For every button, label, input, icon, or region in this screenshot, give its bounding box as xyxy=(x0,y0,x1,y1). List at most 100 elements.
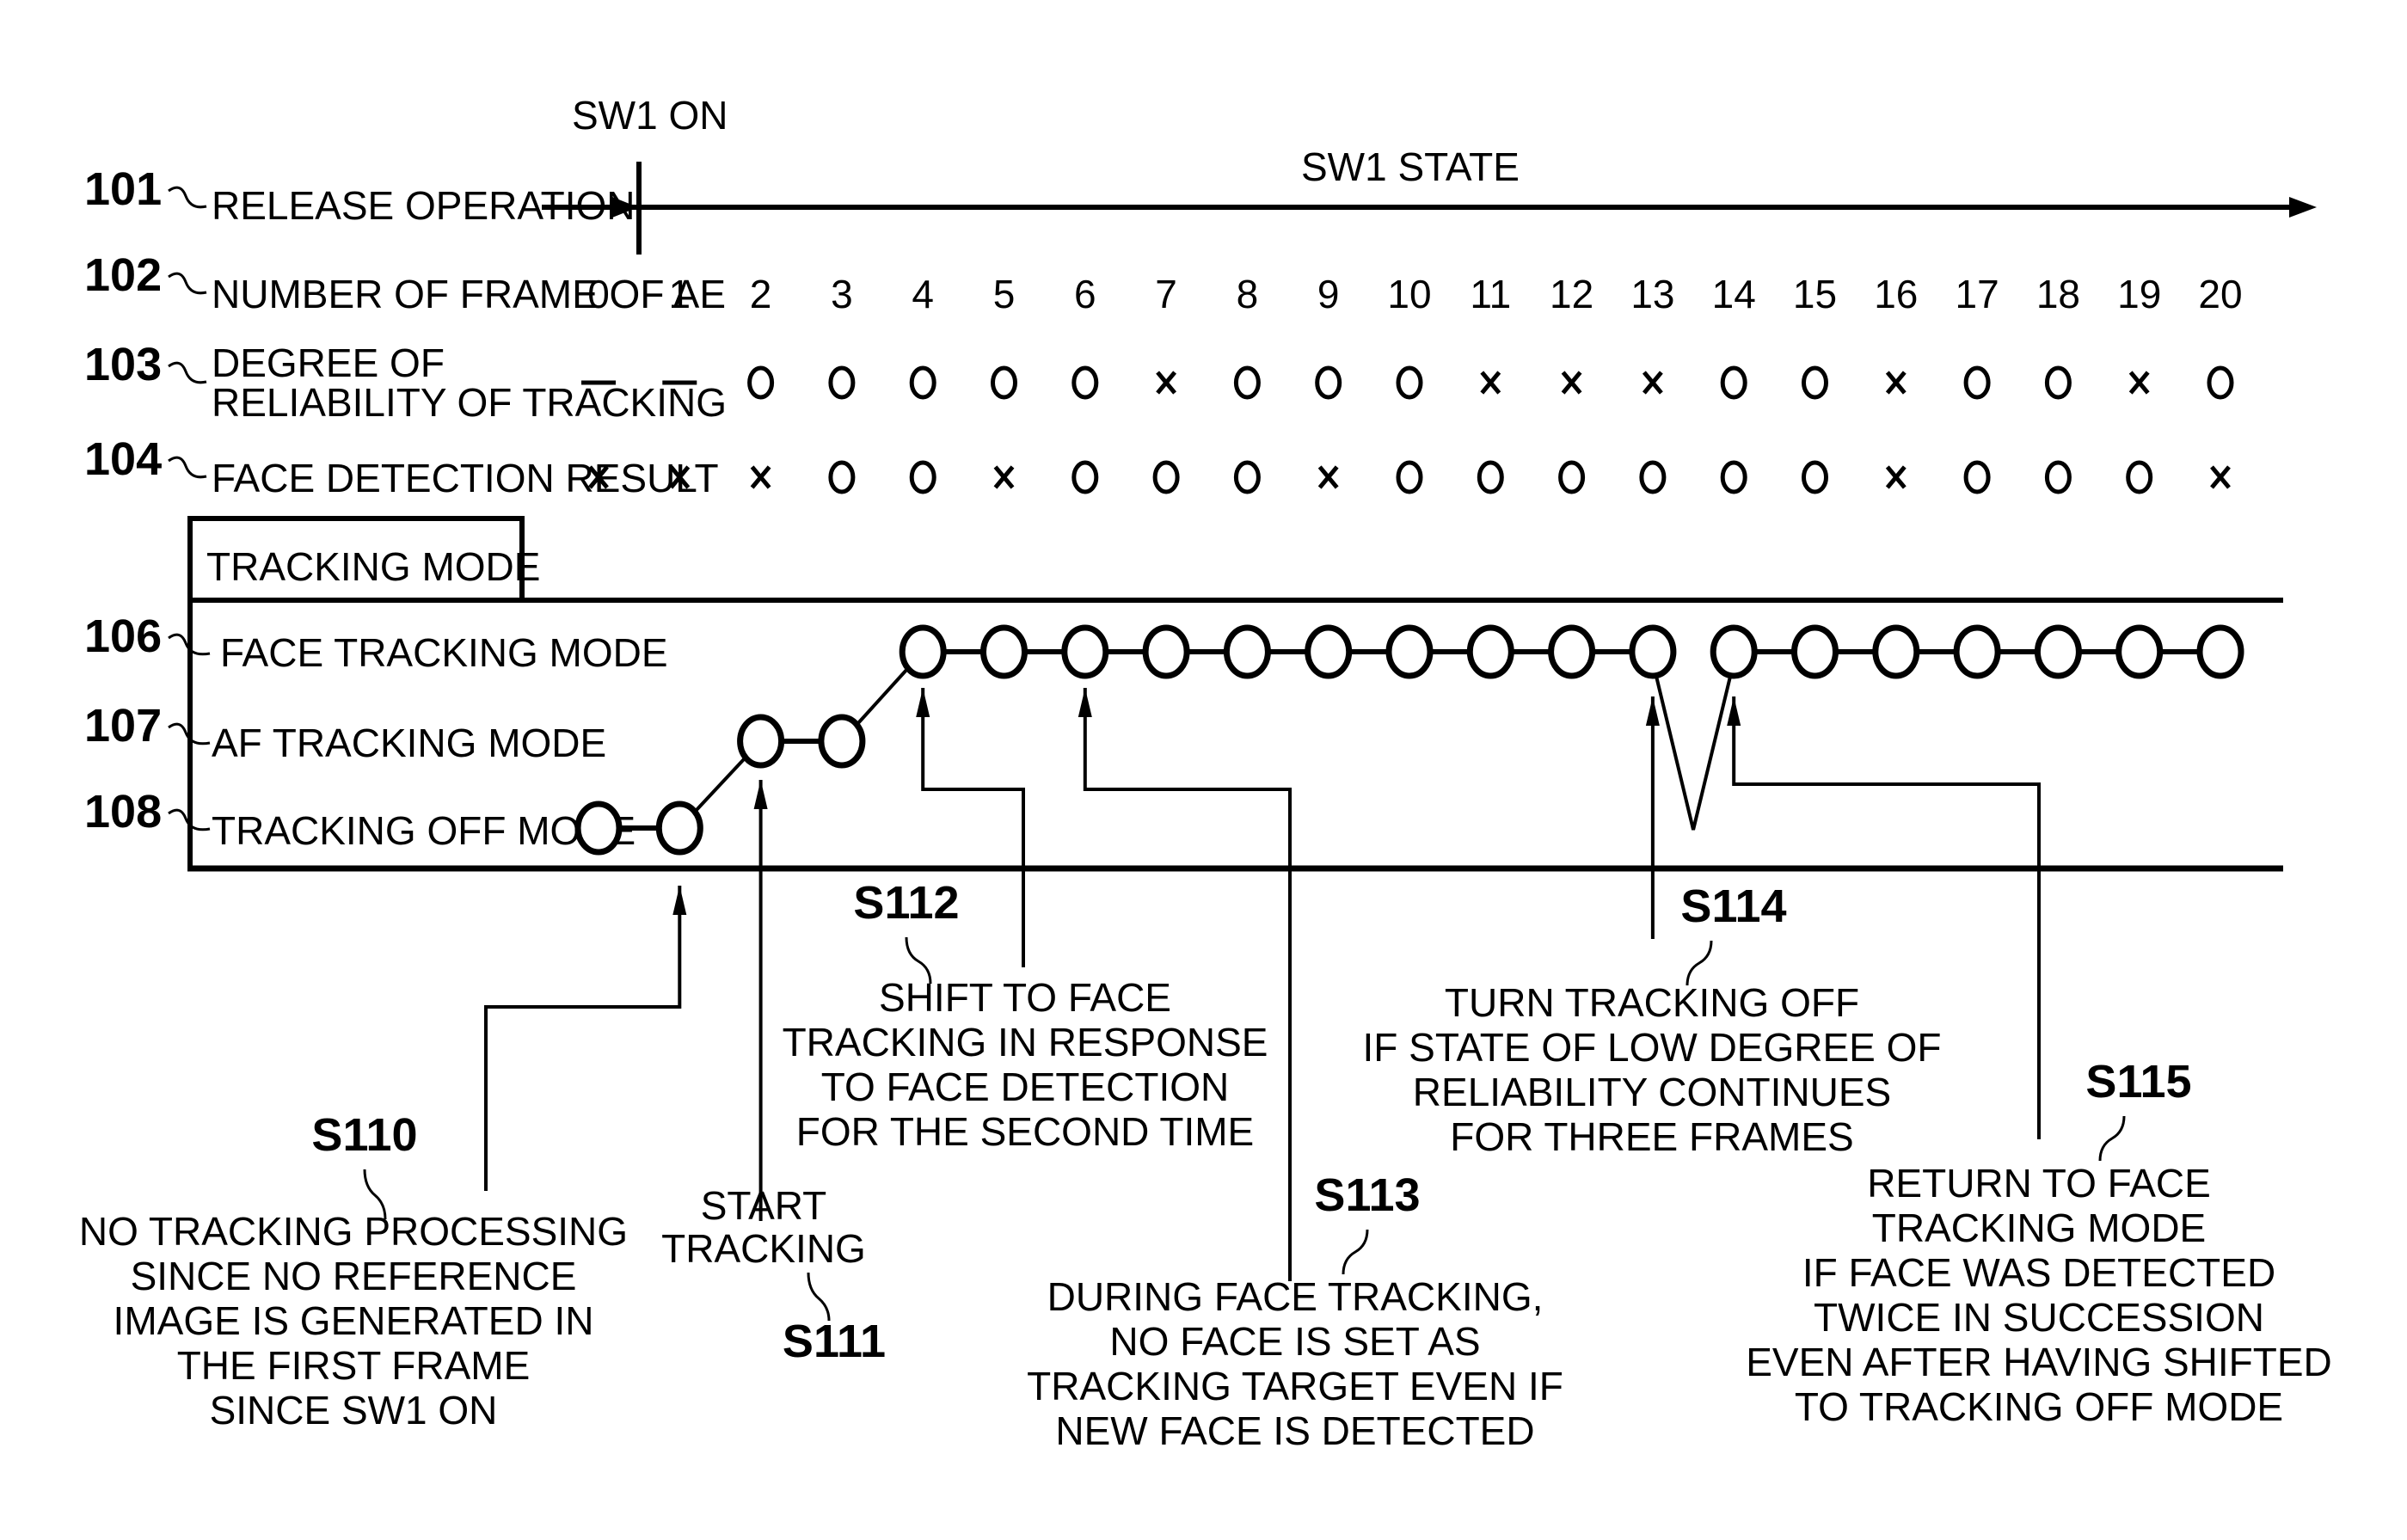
leader-s111 xyxy=(753,780,768,1221)
row-tracking-reliability: 103 DEGREE OF RELIABILITY OF TRACKING xyxy=(84,339,2234,425)
row-release-operation: 101 RELEASE OPERATION SW1 ON SW1 STATE xyxy=(84,93,2317,255)
note-s112-line1: SHIFT TO FACE xyxy=(879,975,1171,1020)
mode-state-node xyxy=(1466,624,1514,679)
sw1-state-label: SW1 STATE xyxy=(1301,144,1520,189)
face-detection-mark-list xyxy=(588,460,2231,494)
face-detection-cross-mark xyxy=(1885,465,1907,489)
tracking-timing-diagram: 101 RELEASE OPERATION SW1 ON SW1 STATE 1… xyxy=(79,93,2332,1453)
frame-number: 19 xyxy=(2117,272,2161,316)
reliability-circle-mark xyxy=(1802,365,1828,400)
mode-state-node xyxy=(1548,624,1596,679)
frame-number: 2 xyxy=(750,272,772,316)
reliability-cross-mark xyxy=(1156,371,1177,395)
reliability-circle-mark xyxy=(2207,365,2234,400)
note-s112-line3: TO FACE DETECTION xyxy=(821,1065,1230,1109)
row-label-reliability-line2: RELIABILITY OF TRACKING xyxy=(212,380,727,425)
reliability-circle-mark xyxy=(1396,365,1423,400)
step-label-s111: S111 xyxy=(783,1316,886,1367)
row-frame-number: 102 NUMBER OF FRAME OF AE 0 1 2 3 4 5 6 7 8 9 10 11… xyxy=(84,249,2243,316)
mode-state-node xyxy=(1305,624,1353,679)
arrowhead-icon xyxy=(1645,696,1660,726)
frame-number: 5 xyxy=(993,272,1016,316)
note-s110-line5: SINCE SW1 ON xyxy=(210,1388,498,1433)
frame-number: 9 xyxy=(1317,272,1340,316)
face-detection-circle-mark xyxy=(1963,460,1991,494)
mode-state-node xyxy=(1791,624,1839,679)
mode-state-node xyxy=(2034,624,2082,679)
sw1-on-label: SW1 ON xyxy=(572,93,728,138)
reliability-cross-mark xyxy=(1885,371,1907,395)
mode-transition-path xyxy=(574,624,2244,856)
mode-state-node xyxy=(1142,624,1190,679)
note-s110-line4: THE FIRST FRAME xyxy=(177,1343,531,1388)
mode-state-node xyxy=(1953,624,2001,679)
mode-state-node xyxy=(2115,624,2164,679)
arrowhead-icon xyxy=(1727,696,1741,726)
reliability-cross-mark xyxy=(2128,371,2150,395)
frame-number: 17 xyxy=(1956,272,1999,316)
arrowhead-icon xyxy=(916,688,930,717)
mode-state-node xyxy=(818,714,866,769)
ref-number-103: 103 xyxy=(84,339,162,390)
step-label-s110: S110 xyxy=(311,1109,417,1161)
step-label-s113: S113 xyxy=(1314,1169,1420,1221)
mode-state-node xyxy=(574,801,623,856)
step-leader-icon xyxy=(807,1272,831,1322)
mode-state-node xyxy=(899,624,947,679)
face-detection-circle-mark xyxy=(1152,460,1180,494)
arrowhead-icon xyxy=(672,886,687,915)
mode-state-node xyxy=(1061,624,1109,679)
step-label-s114: S114 xyxy=(1680,880,1786,932)
note-s114-line1: TURN TRACKING OFF xyxy=(1445,980,1859,1025)
frame-number: 13 xyxy=(1630,272,1674,316)
note-s115-line3: IF FACE WAS DETECTED xyxy=(1802,1250,2275,1295)
reliability-circle-mark xyxy=(991,365,1017,400)
arrowhead-icon xyxy=(1078,688,1092,717)
ref-number-106: 106 xyxy=(84,610,162,662)
step-leader-icon xyxy=(2098,1115,2126,1162)
step-label-s115: S115 xyxy=(2085,1056,2191,1107)
ref-leader-icon xyxy=(168,186,207,209)
face-detection-circle-mark xyxy=(1396,460,1423,494)
reliability-circle-mark xyxy=(828,365,856,400)
face-detection-cross-mark xyxy=(750,465,771,489)
mode-state-node xyxy=(1385,624,1434,679)
face-detection-cross-mark xyxy=(993,465,1015,489)
face-detection-circle-mark xyxy=(828,460,856,494)
mode-state-node xyxy=(1872,624,1920,679)
note-s113-line2: NO FACE IS SET AS xyxy=(1109,1319,1480,1364)
ref-number-108: 108 xyxy=(84,786,162,837)
ref-leader-icon xyxy=(168,361,207,384)
note-s111-line2: TRACKING xyxy=(661,1226,866,1271)
step-leader-icon xyxy=(1686,940,1713,986)
frame-number: 11 xyxy=(1470,272,1511,316)
note-s113-line1: DURING FACE TRACKING, xyxy=(1047,1274,1544,1319)
step-leader-icon xyxy=(1342,1229,1369,1275)
reliability-circle-mark xyxy=(1315,365,1342,400)
row-label-reliability-line1: DEGREE OF xyxy=(212,341,445,385)
sw1-state-arrowhead-icon xyxy=(2289,197,2317,218)
face-detection-circle-mark xyxy=(1558,460,1586,494)
frame-number: 4 xyxy=(912,272,934,316)
face-detection-circle-mark xyxy=(909,460,936,494)
note-s112-line2: TRACKING IN RESPONSE xyxy=(783,1020,1268,1065)
frame-number: 20 xyxy=(2198,272,2242,316)
leader-line xyxy=(484,886,682,1191)
mode-label-af-tracking: AF TRACKING MODE xyxy=(212,721,606,765)
tracking-mode-title: TRACKING MODE xyxy=(206,544,540,589)
mode-state-node xyxy=(1629,624,1677,679)
frame-number: 1 xyxy=(669,272,691,316)
row-face-detection: 104 FACE DETECTION RESULT xyxy=(84,433,2231,500)
annotation-s110: S110 NO TRACKING PROCESSING SINCE NO REF… xyxy=(79,1109,628,1433)
leader-s110 xyxy=(484,886,687,1191)
reliability-circle-mark xyxy=(1233,365,1261,400)
step-label-s112: S112 xyxy=(853,877,959,929)
frame-number: 18 xyxy=(2036,272,2080,316)
note-s113-line4: NEW FACE IS DETECTED xyxy=(1055,1408,1534,1453)
face-detection-circle-mark xyxy=(1233,460,1261,494)
note-s115-line1: RETURN TO FACE xyxy=(1867,1161,2211,1206)
reliability-cross-mark xyxy=(1642,371,1663,395)
frame-number: 16 xyxy=(1874,272,1918,316)
leader-s114 xyxy=(1645,696,1660,939)
ref-number-104: 104 xyxy=(84,433,162,485)
